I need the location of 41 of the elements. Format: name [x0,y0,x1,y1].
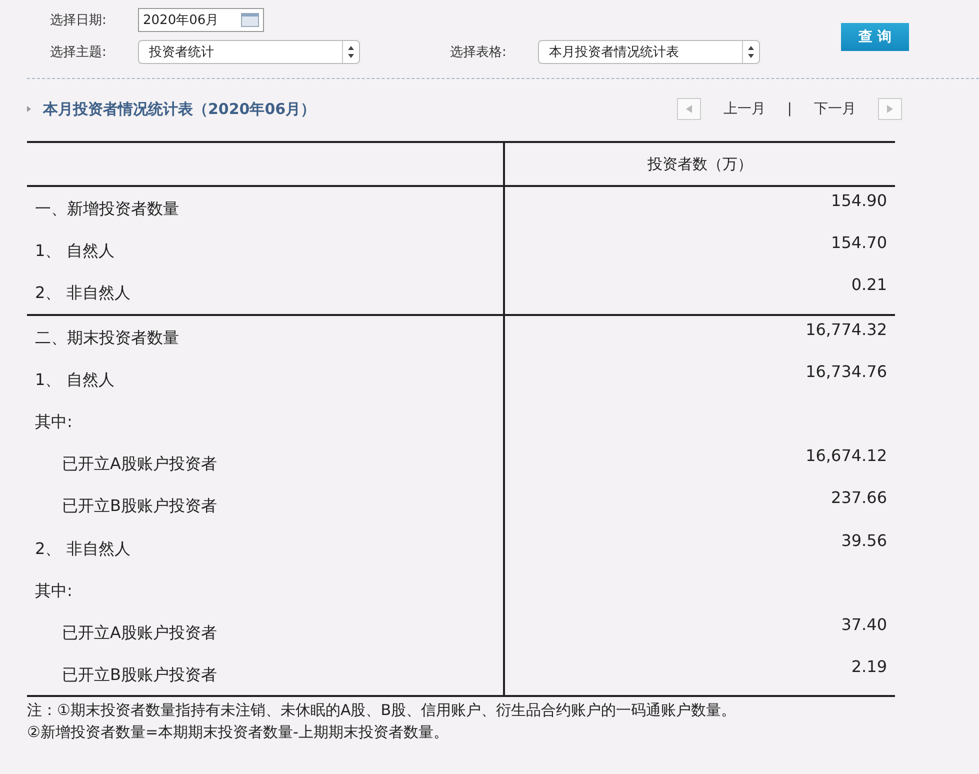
topic-label: 选择主题: [50,44,108,61]
row-label: 1、 自然人 [27,229,505,272]
row-value: 39.56 [840,530,888,552]
row-value: 37.40 [840,614,888,636]
date-label: 选择日期: [50,12,108,29]
nav-separator: | [787,101,792,117]
date-field[interactable]: 2020年06月 [138,8,264,32]
note-text: ②新增投资者数量=本期期末投资者数量-上期期末投资者数量。 [27,722,450,744]
table-select[interactable]: 本月投资者情况统计表 [538,40,760,64]
table-label: 选择表格: [450,44,508,61]
row-value: 237.66 [830,487,888,510]
topic-select[interactable]: 投资者统计 [138,40,360,64]
row-value: 16,774.32 [804,318,888,341]
row-label: 2、 非自然人 [27,271,505,314]
row-value: 16,674.12 [804,445,888,468]
row-label: 2、 非自然人 [27,526,505,569]
row-value: 154.90 [830,190,888,212]
prev-month-link[interactable]: 上一月 [723,100,766,118]
row-label: 已开立A股账户投资者 [27,610,505,654]
calendar-icon[interactable] [241,13,259,27]
row-value: 154.70 [830,232,888,254]
row-value: 0.21 [850,274,888,296]
right-arrow-icon [887,105,893,113]
column-header: 投资者数（万） [646,154,754,174]
row-value: 16,734.76 [804,360,888,383]
row-label: 一、新增投资者数量 [27,187,505,230]
row-value: 2.19 [850,656,888,678]
next-arrow-button[interactable] [878,98,902,120]
row-label: 已开立B股账户投资者 [27,653,505,696]
row-label: 二、期末投资者数量 [27,316,505,358]
row-label: 已开立A股账户投资者 [27,442,505,484]
left-arrow-icon [686,105,692,113]
row-label: 已开立B股账户投资者 [27,484,505,526]
prev-arrow-button[interactable] [677,98,702,120]
bullet-icon [27,106,31,112]
row-label: 1、 自然人 [27,358,505,400]
next-month-link[interactable]: 下一月 [814,100,856,118]
note-text: 注：①期末投资者数量指持有未注销、未休眠的A股、B股、信用账户、衍生品合约账户的一码通账户数量。 [27,700,737,722]
report-title: 本月投资者情况统计表（2020年06月） [43,100,316,118]
row-label: 其中: [27,568,505,611]
row-label: 其中: [27,400,505,442]
